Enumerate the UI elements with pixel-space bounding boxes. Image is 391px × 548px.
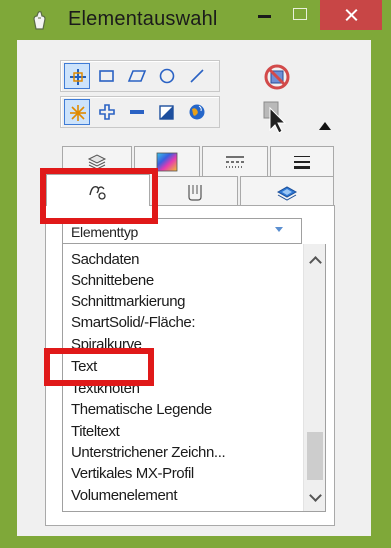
dropdown-value: Elementtyp <box>71 224 139 240</box>
list-item[interactable]: Titeltext <box>71 423 120 440</box>
dropdown-arrow-icon[interactable] <box>275 227 283 232</box>
shape-toolbox <box>60 60 220 92</box>
app-icon <box>28 9 52 33</box>
list-item[interactable]: Text <box>71 358 97 375</box>
maximize-button[interactable] <box>285 0 315 30</box>
list-item[interactable]: Vertikales MX-Profil <box>71 465 194 482</box>
tab-line-weight[interactable] <box>270 146 334 176</box>
list-item[interactable]: Schnittebene <box>71 272 154 289</box>
title-bar[interactable]: Elementauswahl <box>0 0 391 40</box>
scroll-thumb[interactable] <box>307 432 323 480</box>
tab-view[interactable] <box>240 176 334 206</box>
close-button[interactable] <box>320 0 382 30</box>
list-item[interactable]: Spiralkurve <box>71 336 142 353</box>
mode-toolbox <box>60 96 220 128</box>
tab-line-style[interactable] <box>202 146 268 176</box>
add-icon[interactable] <box>94 99 120 125</box>
list-item[interactable]: Volumenelement <box>71 487 178 504</box>
list-item[interactable]: SmartSolid/-Fläche: <box>71 314 196 331</box>
line-icon[interactable] <box>184 63 210 89</box>
collapse-arrow-icon[interactable] <box>318 118 332 130</box>
element-select-icon[interactable] <box>64 63 90 89</box>
scroll-up-icon[interactable] <box>304 250 325 270</box>
minimize-button[interactable] <box>250 0 280 30</box>
element-type-dropdown[interactable]: Elementtyp <box>62 218 302 244</box>
list-item[interactable]: Textknoten <box>71 380 140 397</box>
tab-color[interactable] <box>134 146 200 176</box>
tab-cell[interactable] <box>152 176 238 206</box>
window-title: Elementauswahl <box>68 8 218 30</box>
list-item[interactable]: Unterstrichener Zeichn... <box>71 444 226 461</box>
pointer-icon[interactable] <box>262 100 290 134</box>
all-select-icon[interactable] <box>64 99 90 125</box>
clear-selection-icon[interactable] <box>262 62 292 92</box>
list-item[interactable]: Sachdaten <box>71 251 140 268</box>
parallelogram-icon[interactable] <box>124 63 150 89</box>
tab-element-type[interactable] <box>46 174 150 206</box>
tab-layers[interactable] <box>62 146 132 176</box>
scroll-down-icon[interactable] <box>304 488 325 508</box>
rectangle-icon[interactable] <box>94 63 120 89</box>
element-type-list[interactable]: Sachdaten Schnittebene Schnittmarkierung… <box>62 244 326 512</box>
list-scrollbar[interactable] <box>303 244 325 511</box>
element-selection-window: Elementauswahl Elementtyp Sachdaten Schn… <box>0 0 391 548</box>
globe-icon[interactable] <box>184 99 210 125</box>
subtract-icon[interactable] <box>124 99 150 125</box>
circle-icon[interactable] <box>154 63 180 89</box>
list-item[interactable]: Thematische Legende <box>71 401 212 418</box>
list-item[interactable]: Schnittmarkierung <box>71 293 185 310</box>
invert-icon[interactable] <box>154 99 180 125</box>
